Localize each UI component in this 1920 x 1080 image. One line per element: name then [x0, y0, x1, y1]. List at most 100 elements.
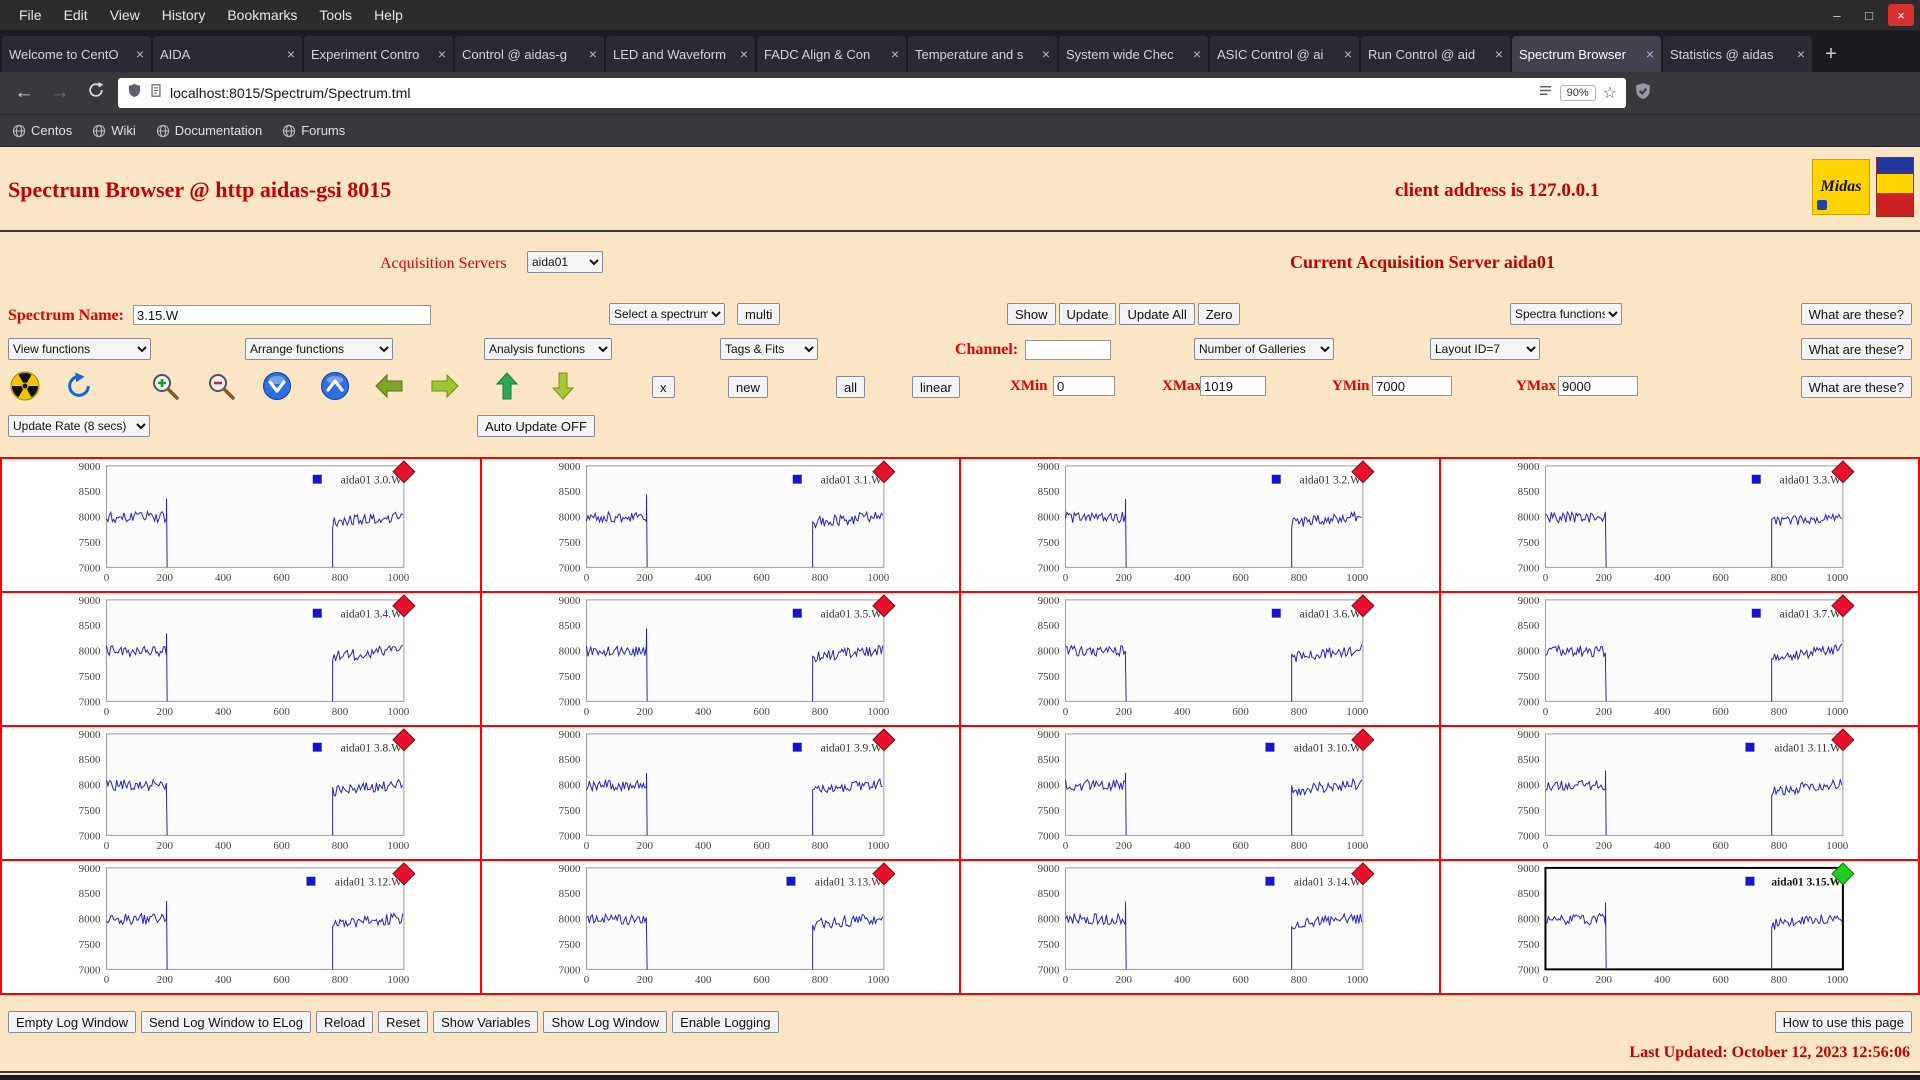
browser-tab[interactable]: Statistics @ aidas × — [1663, 36, 1812, 72]
spectrum-cell-aida01-3.10.W[interactable]: 7000 7500 8000 8500 9000 0 200 400 600 800 1000 aid… — [961, 727, 1439, 859]
what-are-these-button-1[interactable]: What are these? — [1800, 303, 1912, 325]
spectrum-cell-aida01-3.5.W[interactable]: 7000 7500 8000 8500 9000 0 200 400 600 800 1000 aid… — [481, 593, 960, 725]
tab-close-icon[interactable]: × — [1646, 46, 1654, 62]
ymax-input[interactable] — [1558, 376, 1638, 396]
reset-button[interactable]: Reset — [378, 1011, 429, 1033]
close-button[interactable]: × — [1888, 4, 1914, 26]
back-button[interactable]: ← — [10, 82, 38, 104]
minimize-button[interactable]: – — [1824, 4, 1850, 26]
browser-tab[interactable]: ASIC Control @ ai × — [1210, 36, 1359, 72]
spectrum-plot[interactable]: 7000 7500 8000 8500 9000 0 200 400 600 800 1000 aid… — [2, 861, 480, 993]
auto-update-button[interactable]: Auto Update OFF — [477, 415, 595, 437]
zoom-in-icon[interactable] — [150, 371, 180, 401]
view-functions-dropdown[interactable]: View functions — [8, 338, 151, 360]
spectrum-plot[interactable]: 7000 7500 8000 8500 9000 0 200 400 600 800 1000 aid… — [1441, 459, 1919, 591]
tab-close-icon[interactable]: × — [136, 46, 144, 62]
spectrum-name-input[interactable] — [133, 305, 431, 325]
spectrum-cell-aida01-3.6.W[interactable]: 7000 7500 8000 8500 9000 0 200 400 600 800 1000 aid… — [961, 593, 1439, 725]
empty-log-window-button[interactable]: Empty Log Window — [8, 1011, 136, 1033]
spectrum-cell-aida01-3.13.W[interactable]: 7000 7500 8000 8500 9000 0 200 400 600 800 1000 aid… — [481, 861, 959, 993]
tab-close-icon[interactable]: × — [287, 46, 295, 62]
layout-id-dropdown[interactable]: Layout ID=7 — [1430, 338, 1540, 360]
arrow-down-icon[interactable] — [548, 371, 578, 401]
spectrum-cell-aida01-3.9.W[interactable]: 7000 7500 8000 8500 9000 0 200 400 600 800 1000 aid… — [481, 727, 959, 859]
spectrum-cell-aida01-3.1.W[interactable]: 7000 7500 8000 8500 9000 0 200 400 600 800 1000 aid… — [481, 459, 959, 591]
spectrum-cell-aida01-3.0.W[interactable]: 7000 7500 8000 8500 9000 0 200 400 600 800 1000 aid… — [2, 459, 480, 591]
tab-close-icon[interactable]: × — [589, 46, 597, 62]
spectrum-cell-aida01-3.4.W[interactable]: 7000 7500 8000 8500 9000 0 200 400 600 800 1000 aid… — [2, 593, 480, 725]
analysis-functions-dropdown[interactable]: Analysis functions — [484, 338, 612, 360]
multi-button[interactable]: multi — [737, 303, 781, 325]
zero-button[interactable]: Zero — [1197, 303, 1241, 325]
tab-close-icon[interactable]: × — [1797, 46, 1805, 62]
spectrum-cell-aida01-3.15.W[interactable]: 7000 7500 8000 8500 9000 0 200 400 600 800 1000 aid… — [1440, 861, 1918, 993]
reload-button[interactable]: Reload — [315, 1011, 374, 1033]
spectrum-cell-aida01-3.11.W[interactable]: 7000 7500 8000 8500 9000 0 200 400 600 800 1000 aid… — [1440, 727, 1919, 859]
new-tab-button[interactable]: + — [1814, 36, 1848, 72]
spectrum-plot[interactable]: 7000 7500 8000 8500 9000 0 200 400 600 800 1000 aid… — [2, 459, 480, 591]
spectrum-plot[interactable]: 7000 7500 8000 8500 9000 0 200 400 600 800 1000 aid… — [2, 593, 480, 725]
spectrum-plot[interactable]: 7000 7500 8000 8500 9000 0 200 400 600 800 1000 aid… — [1441, 593, 1919, 725]
menu-bookmarks[interactable]: Bookmarks — [216, 7, 308, 23]
what-are-these-button-3[interactable]: What are these? — [1800, 376, 1912, 398]
browser-tab-active[interactable]: Spectrum Browser × — [1512, 36, 1661, 72]
xmin-input[interactable] — [1053, 376, 1115, 396]
send-log-window-to-elog-button[interactable]: Send Log Window to ELog — [141, 1011, 311, 1033]
browser-tab[interactable]: AIDA × — [153, 36, 302, 72]
spectrum-cell-aida01-3.12.W[interactable]: 7000 7500 8000 8500 9000 0 200 400 600 800 1000 aid… — [2, 861, 480, 993]
new-button[interactable]: new — [728, 376, 768, 398]
menu-view[interactable]: View — [99, 7, 151, 23]
linear-button[interactable]: linear — [912, 376, 960, 398]
bookmark-centos[interactable]: Centos — [12, 123, 72, 138]
spectrum-cell-aida01-3.2.W[interactable]: 7000 7500 8000 8500 9000 0 200 400 600 800 1000 aid… — [961, 459, 1439, 591]
tab-close-icon[interactable]: × — [438, 46, 446, 62]
arrow-right-icon[interactable] — [430, 371, 460, 401]
spectrum-plot[interactable]: 7000 7500 8000 8500 9000 0 200 400 600 800 1000 aid… — [482, 593, 960, 725]
browser-tab[interactable]: LED and Waveform × — [606, 36, 755, 72]
reload-icon[interactable] — [82, 81, 110, 105]
radiation-icon[interactable] — [10, 371, 40, 401]
tracking-protection-icon[interactable] — [127, 83, 142, 103]
channel-input[interactable] — [1025, 340, 1111, 360]
browser-tab[interactable]: System wide Chec × — [1059, 36, 1208, 72]
how-to-use-button[interactable]: How to use this page — [1774, 1011, 1912, 1033]
tab-close-icon[interactable]: × — [1344, 46, 1352, 62]
browser-tab[interactable]: Control @ aidas-g × — [455, 36, 604, 72]
arrow-up-icon[interactable] — [492, 371, 522, 401]
browser-tab[interactable]: Experiment Contro × — [304, 36, 453, 72]
browser-tab[interactable]: FADC Align & Con × — [757, 36, 906, 72]
tab-close-icon[interactable]: × — [891, 46, 899, 62]
arrange-functions-dropdown[interactable]: Arrange functions — [245, 338, 393, 360]
update-rate-dropdown[interactable]: Update Rate (8 secs) — [8, 415, 150, 437]
expand-y-icon[interactable] — [320, 371, 350, 401]
tags-fits-dropdown[interactable]: Tags & Fits — [720, 338, 818, 360]
arrow-left-icon[interactable] — [374, 371, 404, 401]
browser-tab[interactable]: Temperature and s × — [908, 36, 1057, 72]
spectrum-cell-aida01-3.8.W[interactable]: 7000 7500 8000 8500 9000 0 200 400 600 800 1000 aid… — [2, 727, 480, 859]
secondary-logo[interactable] — [1876, 157, 1914, 217]
midas-logo[interactable]: Midas — [1812, 159, 1870, 215]
bookmark-wiki[interactable]: Wiki — [92, 123, 136, 138]
browser-tab[interactable]: Welcome to CentO × — [2, 36, 151, 72]
all-button[interactable]: all — [836, 376, 866, 398]
spectrum-plot[interactable]: 7000 7500 8000 8500 9000 0 200 400 600 800 1000 aid… — [961, 861, 1439, 993]
acquisition-server-select[interactable]: aida01 — [527, 251, 603, 273]
bookmark-forums[interactable]: Forums — [282, 123, 345, 138]
update-all-button[interactable]: Update All — [1119, 303, 1195, 325]
menu-help[interactable]: Help — [363, 7, 414, 23]
menu-edit[interactable]: Edit — [53, 7, 99, 23]
show-button[interactable]: Show — [1007, 303, 1056, 325]
what-are-these-button-2[interactable]: What are these? — [1800, 338, 1912, 360]
xmax-input[interactable] — [1200, 376, 1266, 396]
menu-history[interactable]: History — [151, 7, 217, 23]
maximize-button[interactable]: □ — [1856, 4, 1882, 26]
spectrum-plot[interactable]: 7000 7500 8000 8500 9000 0 200 400 600 800 1000 aid… — [1441, 727, 1919, 859]
forward-button[interactable]: → — [46, 82, 74, 104]
tab-close-icon[interactable]: × — [1042, 46, 1050, 62]
shield-check-icon[interactable] — [1634, 82, 1652, 105]
tab-close-icon[interactable]: × — [1495, 46, 1503, 62]
browser-tab[interactable]: Run Control @ aid × — [1361, 36, 1510, 72]
site-info-icon[interactable] — [149, 83, 163, 103]
update-button[interactable]: Update — [1058, 303, 1117, 325]
ymin-input[interactable] — [1372, 376, 1452, 396]
